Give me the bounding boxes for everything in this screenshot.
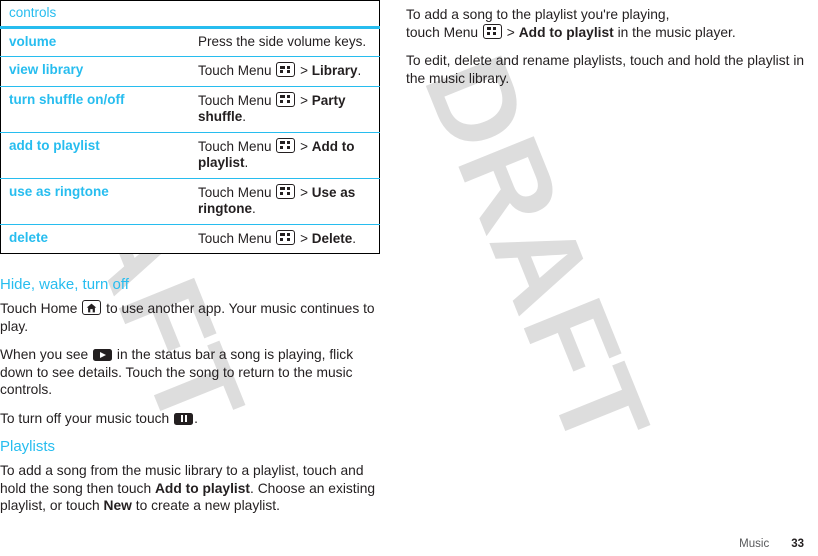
row-desc-separator: > xyxy=(300,138,308,154)
row-desc-bold: Library xyxy=(311,63,358,78)
play-status-icon xyxy=(93,349,113,361)
row-desc-separator: > xyxy=(300,230,308,246)
row-label: use as ringtone xyxy=(0,177,190,224)
menu-key-icon xyxy=(276,91,296,107)
footer-chapter-name: Music xyxy=(739,538,770,550)
paragraph-text-b: . xyxy=(194,410,198,426)
footer-page-number: 33 xyxy=(791,538,804,550)
paragraph-bold-add-to-playlist: Add to playlist xyxy=(154,480,251,496)
paragraph-add-song-to-playlist: To add a song from the music library to … xyxy=(0,462,384,515)
row-desc-suffix: . xyxy=(357,63,362,78)
paragraph-separator: > xyxy=(506,24,515,40)
home-key-icon xyxy=(82,300,102,315)
paragraph-text-c: to create a new playlist. xyxy=(135,498,280,513)
table-row: volume Press the side volume keys. xyxy=(1,27,380,57)
row-desc-prefix: Touch Menu xyxy=(198,63,272,78)
table-spacer xyxy=(0,254,384,276)
table-row: add to playlist Touch Menu > Add to play… xyxy=(0,131,380,178)
row-label: add to playlist xyxy=(0,131,190,178)
right-column: To add a song to the playlist you're pla… xyxy=(406,6,818,98)
row-desc-prefix: Touch Menu xyxy=(198,138,272,154)
row-desc-separator: > xyxy=(300,184,308,200)
row-desc-prefix: Touch Menu xyxy=(198,184,272,200)
page-footer: Music 33 xyxy=(739,538,804,550)
paragraph-text-b: touch Menu xyxy=(406,24,479,40)
row-label: volume xyxy=(9,33,57,49)
paragraph-text-a: To add a song to the playlist you're pla… xyxy=(406,7,670,22)
pause-status-icon xyxy=(174,412,194,425)
controls-table: controls volume Press the side volume ke… xyxy=(0,0,380,254)
row-desc-suffix: . xyxy=(242,109,247,124)
paragraph-bold-add-to-playlist: Add to playlist xyxy=(518,24,614,40)
paragraph-touch-home: Touch Home to use another app. Your musi… xyxy=(0,300,384,335)
draft-watermark-right: DRAFT xyxy=(398,38,675,469)
row-description: Touch Menu > Party shuffle. xyxy=(190,85,380,132)
paragraph-status-bar: When you see in the status bar a song is… xyxy=(0,346,384,399)
paragraph-text-a: When you see xyxy=(0,347,89,362)
menu-key-icon xyxy=(276,229,296,245)
menu-key-icon xyxy=(276,137,296,153)
table-row: use as ringtone Touch Menu > Use as ring… xyxy=(0,177,380,224)
menu-key-icon xyxy=(276,62,296,77)
row-desc-prefix: Touch Menu xyxy=(198,92,272,108)
row-desc-prefix: Touch Menu xyxy=(198,230,272,246)
paragraph-text-a: Touch Home xyxy=(0,301,78,316)
section-heading-playlists: Playlists xyxy=(0,438,56,455)
table-row: delete Touch Menu > Delete. xyxy=(0,223,380,254)
table-row: view library Touch Menu > Library. xyxy=(0,56,380,86)
paragraph-bold-new: New xyxy=(103,498,132,513)
row-description: Touch Menu > Delete. xyxy=(190,223,380,254)
row-description: Press the side volume keys. xyxy=(190,27,380,57)
left-column: controls volume Press the side volume ke… xyxy=(0,0,384,526)
section-heading-hide-wake-turn-off: Hide, wake, turn off xyxy=(0,276,129,293)
table-header-row: controls xyxy=(0,0,380,29)
paragraph-turn-off-music: To turn off your music touch . xyxy=(0,410,384,428)
paragraph-text-a: To turn off your music touch xyxy=(0,410,170,426)
row-desc-separator: > xyxy=(300,63,308,78)
row-label: turn shuffle on/off xyxy=(0,85,190,132)
row-description: Touch Menu > Use as ringtone. xyxy=(190,177,380,224)
row-desc-suffix: . xyxy=(252,201,256,216)
row-label: view library xyxy=(0,56,190,86)
table-row: turn shuffle on/off Touch Menu > Party s… xyxy=(0,85,380,132)
row-desc-suffix: . xyxy=(244,155,249,170)
row-description: Touch Menu > Library. xyxy=(190,56,380,86)
row-label: delete xyxy=(0,223,190,254)
table-header-label: controls xyxy=(0,0,380,29)
menu-key-icon xyxy=(482,23,502,39)
row-desc-suffix: . xyxy=(352,230,357,246)
paragraph-text-c: in the music player. xyxy=(617,24,736,40)
menu-key-icon xyxy=(276,183,296,199)
row-description: Touch Menu > Add to playlist. xyxy=(190,131,380,178)
row-desc-bold: Delete xyxy=(311,230,353,246)
paragraph-add-song-now-playing: To add a song to the playlist you're pla… xyxy=(406,6,818,41)
row-desc-separator: > xyxy=(300,92,308,108)
row-desc-text: Press the side volume keys. xyxy=(198,33,367,49)
paragraph-edit-delete-rename: To edit, delete and rename playlists, to… xyxy=(406,53,805,86)
